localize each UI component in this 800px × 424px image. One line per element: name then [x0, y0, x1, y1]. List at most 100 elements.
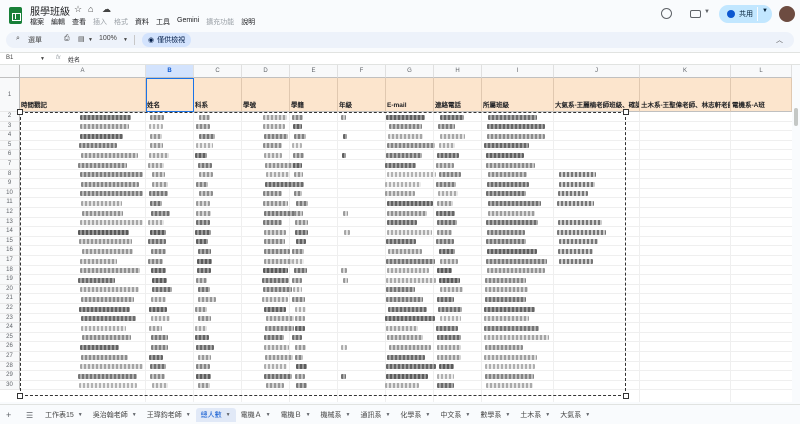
header-cell-K[interactable]: 土木系-王聖偉老師、林志軒老師: [640, 78, 731, 112]
row-header-15[interactable]: 15: [0, 236, 20, 247]
row-header-13[interactable]: 13: [0, 217, 20, 228]
header-cell-F[interactable]: 年級: [338, 78, 386, 112]
menu-item-2[interactable]: 查看: [72, 17, 86, 27]
sheet-tab-dropdown-icon[interactable]: ▼: [78, 412, 83, 418]
vertical-scrollbar-thumb[interactable]: [794, 108, 798, 126]
menu-item-1[interactable]: 編輯: [51, 17, 65, 27]
sheet-tab-9[interactable]: 中文系 ▼: [435, 408, 475, 422]
row-header-16[interactable]: 16: [0, 246, 20, 256]
column-header-J[interactable]: J: [554, 65, 640, 78]
selection-handle[interactable]: [623, 109, 629, 115]
column-header-K[interactable]: K: [640, 65, 731, 78]
select-all-corner[interactable]: [0, 65, 20, 78]
sheet-tab-dropdown-icon[interactable]: ▼: [505, 412, 510, 418]
header-cell-L[interactable]: 電機系-A班: [731, 78, 792, 112]
menu-item-6[interactable]: 工具: [156, 17, 170, 27]
row-header-9[interactable]: 9: [0, 179, 20, 189]
zoom-dropdown-icon[interactable]: ▼: [123, 37, 128, 43]
print-icon[interactable]: ⎙: [64, 35, 70, 43]
column-header-E[interactable]: E: [290, 65, 338, 78]
header-cell-E[interactable]: 學籍: [290, 78, 338, 112]
sheet-tab-dropdown-icon[interactable]: ▼: [346, 412, 351, 418]
row-header-19[interactable]: 19: [0, 275, 20, 285]
cloud-status-icon[interactable]: ☁: [102, 4, 111, 15]
sheets-logo-icon[interactable]: [9, 7, 22, 24]
sheet-tab-12[interactable]: 大氣系 ▼: [555, 408, 595, 422]
row-header-25[interactable]: 25: [0, 332, 20, 343]
row-header-17[interactable]: 17: [0, 256, 20, 266]
sheet-tab-10[interactable]: 數學系 ▼: [475, 408, 515, 422]
column-header-H[interactable]: H: [434, 65, 482, 78]
row-header-5[interactable]: 5: [0, 140, 20, 151]
row-header-18[interactable]: 18: [0, 265, 20, 276]
menu-item-9[interactable]: 說明: [241, 17, 255, 27]
add-sheet-icon[interactable]: +: [6, 410, 20, 420]
row-header-3[interactable]: 3: [0, 121, 20, 132]
row-header-26[interactable]: 26: [0, 342, 20, 352]
row-header-8[interactable]: 8: [0, 169, 20, 180]
sheet-tab-dropdown-icon[interactable]: ▼: [425, 412, 430, 418]
sheet-tab-dropdown-icon[interactable]: ▼: [266, 412, 271, 418]
all-sheets-icon[interactable]: ☰: [26, 411, 40, 420]
paint-format-dropdown-icon[interactable]: ▼: [88, 37, 93, 43]
selection-handle[interactable]: [17, 393, 23, 399]
row-header-24[interactable]: 24: [0, 323, 20, 333]
column-header-G[interactable]: G: [386, 65, 434, 78]
sheet-tab-0[interactable]: 工作表15 ▼: [40, 408, 88, 422]
column-header-B[interactable]: B: [146, 65, 194, 78]
sheet-tab-dropdown-icon[interactable]: ▼: [306, 412, 311, 418]
header-cell-G[interactable]: E-mail: [386, 78, 434, 112]
column-header-I[interactable]: I: [482, 65, 554, 78]
row-header-6[interactable]: 6: [0, 150, 20, 160]
header-cell-D[interactable]: 學號: [242, 78, 290, 112]
sheet-tab-5[interactable]: 電機Ｂ ▼: [276, 408, 316, 422]
name-box[interactable]: B1: [6, 55, 13, 61]
header-cell-J[interactable]: 大氣系-王麗楠老師班級、確認: [554, 78, 640, 112]
column-header-C[interactable]: C: [194, 65, 242, 78]
header-cell-C[interactable]: 科系: [194, 78, 242, 112]
selection-handle[interactable]: [17, 109, 23, 115]
row-header-1[interactable]: 1: [0, 78, 20, 112]
row-header-23[interactable]: 23: [0, 313, 20, 324]
sheet-tab-6[interactable]: 機械系 ▼: [316, 408, 356, 422]
row-header-21[interactable]: 21: [0, 294, 20, 304]
spreadsheet-grid[interactable]: A B C D E F G H I J K L 時間戳記 姓名 科系 學號 學籍 年級 E-mail 連絡電話 所屬班級…: [0, 65, 792, 402]
header-cell-H[interactable]: 連絡電話: [434, 78, 482, 112]
search-icon[interactable]: ⌕: [16, 35, 20, 43]
header-cell-B[interactable]: 姓名: [146, 78, 194, 112]
sheet-tab-dropdown-icon[interactable]: ▼: [226, 412, 231, 418]
sheet-tab-dropdown-icon[interactable]: ▼: [545, 412, 550, 418]
collapse-menu-icon[interactable]: ︿: [776, 35, 783, 45]
name-box-dropdown-icon[interactable]: ▼: [40, 56, 45, 62]
row-header-30[interactable]: 30: [0, 380, 20, 391]
row-header-28[interactable]: 28: [0, 361, 20, 372]
document-title[interactable]: 服學班級: [30, 3, 70, 18]
sheet-tab-3[interactable]: 總人數 ▼: [195, 408, 236, 422]
sheet-tab-dropdown-icon[interactable]: ▼: [465, 412, 470, 418]
row-header-4[interactable]: 4: [0, 131, 20, 141]
column-header-L[interactable]: L: [731, 65, 792, 78]
star-icon[interactable]: ☆: [74, 4, 82, 15]
menu-item-3[interactable]: 插入: [93, 17, 107, 27]
formula-input[interactable]: 姓名: [68, 55, 80, 64]
row-header-22[interactable]: 22: [0, 304, 20, 314]
menu-item-4[interactable]: 格式: [114, 17, 128, 27]
history-icon[interactable]: [661, 8, 672, 19]
row-header-10[interactable]: 10: [0, 188, 20, 199]
sheet-tab-dropdown-icon[interactable]: ▼: [186, 412, 191, 418]
sheet-tab-11[interactable]: 土木系 ▼: [515, 408, 555, 422]
row-header-29[interactable]: 29: [0, 371, 20, 381]
meet-dropdown-icon[interactable]: ▼: [704, 9, 710, 15]
share-button[interactable]: 共用 ▼: [719, 5, 772, 23]
zoom-select[interactable]: 100%: [99, 35, 117, 42]
header-cell-A[interactable]: 時間戳記: [20, 78, 146, 112]
row-header-14[interactable]: 14: [0, 227, 20, 237]
row-header-11[interactable]: 11: [0, 198, 20, 208]
sheet-tab-1[interactable]: 吳治翰老師 ▼: [88, 408, 142, 422]
sheet-tab-dropdown-icon[interactable]: ▼: [385, 412, 390, 418]
sheet-tab-2[interactable]: 王瑋鈞老師 ▼: [142, 408, 196, 422]
menu-item-0[interactable]: 檔案: [30, 17, 44, 27]
avatar[interactable]: [779, 6, 795, 22]
row-header-7[interactable]: 7: [0, 160, 20, 170]
column-header-A[interactable]: A: [20, 65, 146, 78]
